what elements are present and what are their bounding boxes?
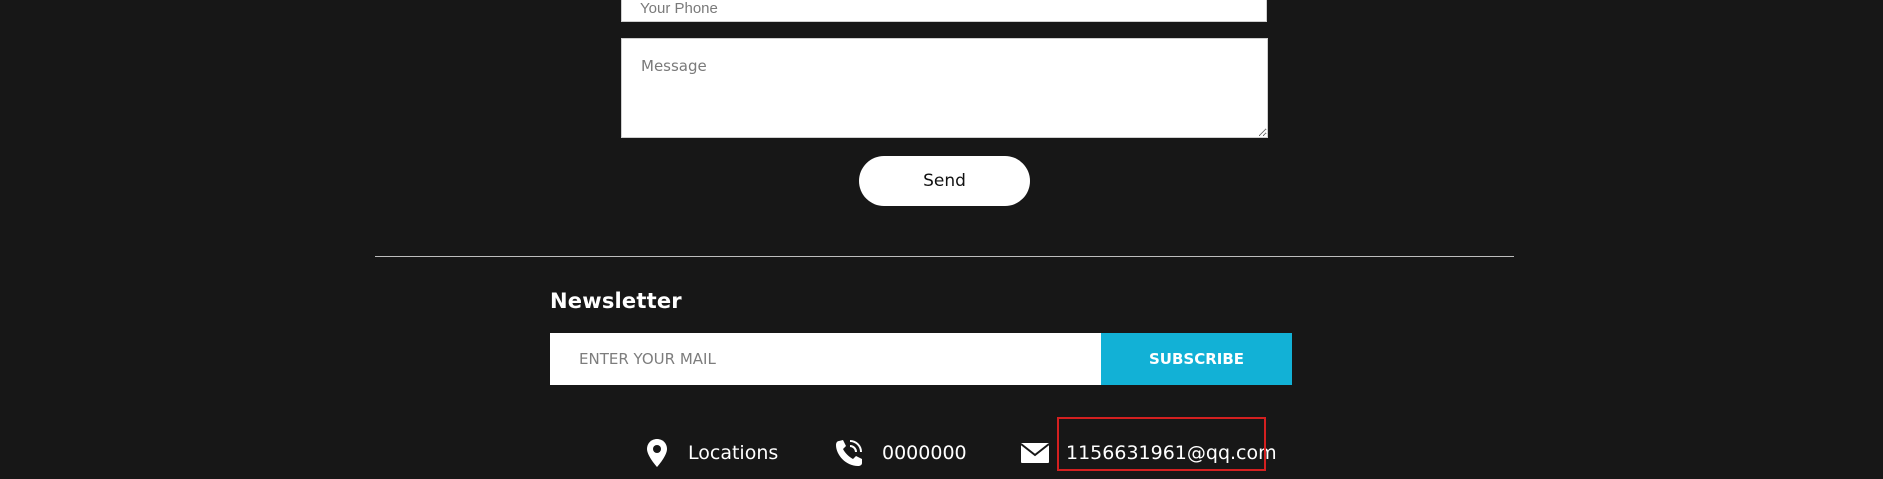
phone-link[interactable]: 0000000 — [834, 433, 967, 473]
phone-number: 0000000 — [882, 442, 967, 464]
location-link[interactable]: Locations — [646, 433, 778, 473]
send-button[interactable]: Send — [859, 156, 1030, 206]
section-divider — [375, 256, 1514, 257]
newsletter-title: Newsletter — [550, 289, 682, 313]
location-pin-icon — [646, 438, 668, 468]
message-textarea[interactable] — [621, 38, 1268, 138]
location-label: Locations — [688, 442, 779, 464]
subscribe-button[interactable]: SUBSCRIBE — [1101, 333, 1292, 385]
envelope-icon — [1020, 442, 1050, 464]
phone-input[interactable] — [621, 0, 1267, 22]
highlight-box — [1057, 417, 1266, 471]
newsletter-email-input[interactable] — [550, 333, 1101, 385]
phone-icon — [834, 438, 866, 468]
